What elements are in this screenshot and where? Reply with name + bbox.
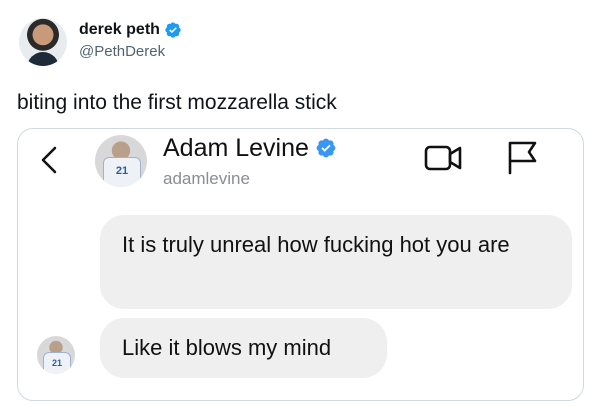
back-button[interactable]	[32, 143, 66, 177]
tweet-text: biting into the first mozzarella stick	[17, 91, 337, 114]
message-bubble: Like it blows my mind	[100, 318, 387, 378]
video-call-button[interactable]	[424, 143, 464, 173]
sender-jersey-number: 21	[43, 352, 71, 374]
verified-badge-icon	[165, 22, 181, 38]
tweet-header: derek peth @PethDerek	[19, 16, 579, 68]
message-bubble: It is truly unreal how fucking hot you a…	[100, 215, 572, 309]
author-display-name-row[interactable]: derek peth	[79, 20, 182, 40]
report-button[interactable]	[506, 139, 540, 175]
contact-avatar[interactable]: 21	[95, 135, 147, 187]
author-handle[interactable]: @PethDerek	[79, 42, 182, 62]
author-display-name[interactable]: derek peth	[79, 20, 160, 40]
dm-header: 21 Adam Levine adamlevine	[18, 129, 583, 199]
contact-name: Adam Levine	[163, 134, 309, 162]
contact-handle: adamlevine	[163, 169, 250, 188]
contact-name-row: Adam Levine	[163, 133, 337, 163]
video-camera-icon	[424, 145, 462, 171]
chevron-left-icon	[41, 146, 57, 174]
contact-jersey-number: 21	[103, 157, 141, 187]
author-avatar[interactable]	[19, 18, 67, 66]
verified-badge-icon	[316, 138, 336, 158]
flag-icon	[508, 141, 537, 175]
author-info: derek peth @PethDerek	[79, 20, 182, 62]
message-sender-avatar: 21	[37, 336, 75, 374]
tweet-media-image[interactable]: 21 Adam Levine adamlevine It is truly un…	[17, 128, 584, 401]
